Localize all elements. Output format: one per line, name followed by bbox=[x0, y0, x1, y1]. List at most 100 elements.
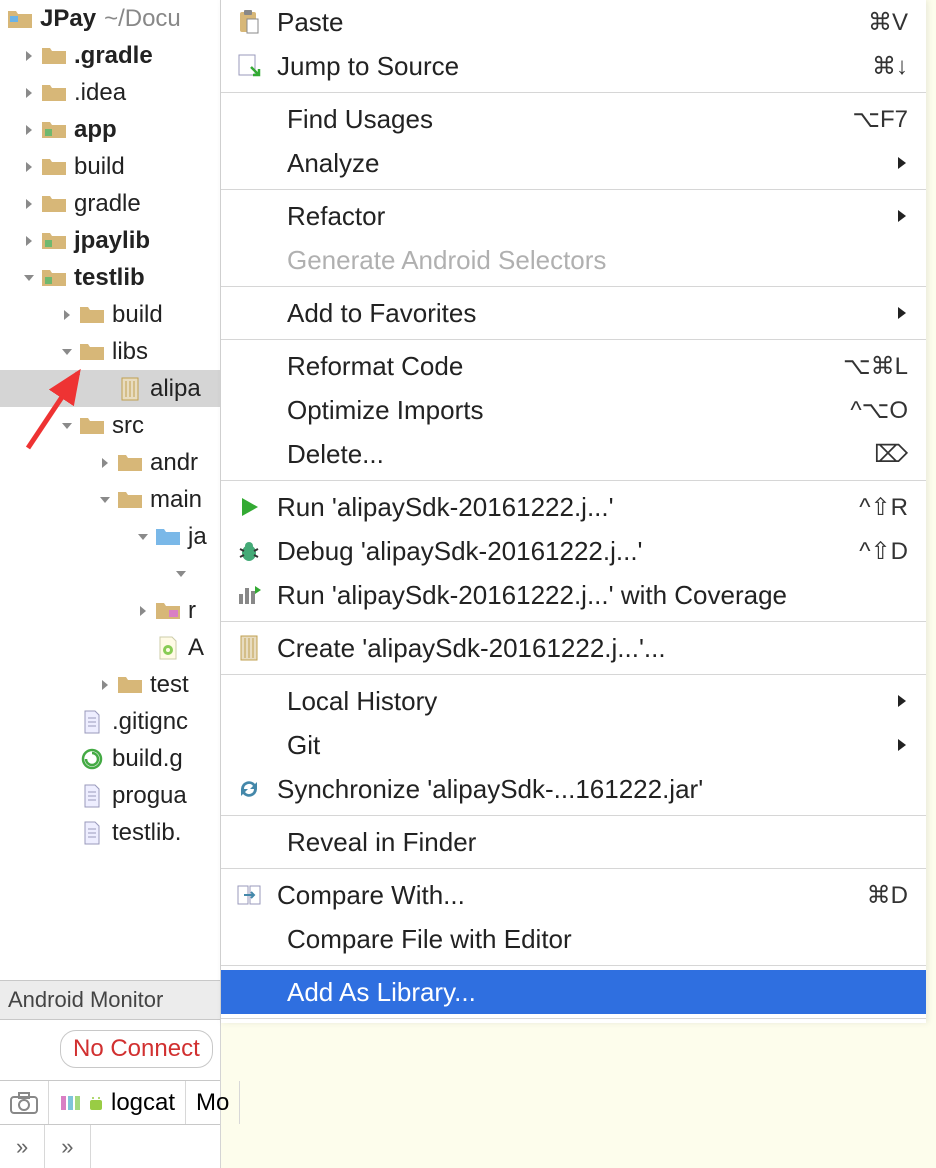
menu-item-add-to-favorites[interactable]: Add to Favorites bbox=[221, 291, 926, 335]
tree-row-build[interactable]: build bbox=[0, 148, 220, 185]
tree-row-testlib.[interactable]: testlib. bbox=[0, 814, 220, 851]
menu-item-create-alipaysdk-20161222-j[interactable]: Create 'alipaySdk-20161222.j...'... bbox=[221, 626, 926, 670]
expand-arrow[interactable] bbox=[56, 785, 78, 807]
android-icon bbox=[87, 1094, 105, 1112]
menu-label: Delete... bbox=[231, 439, 862, 470]
tree-label: test bbox=[150, 671, 189, 699]
paste-icon bbox=[231, 8, 267, 36]
expand-arrow[interactable] bbox=[132, 637, 154, 659]
chevron-2[interactable]: » bbox=[45, 1125, 90, 1168]
expand-arrow[interactable] bbox=[18, 193, 40, 215]
submenu-arrow-icon bbox=[896, 155, 908, 171]
menu-label: Compare With... bbox=[277, 880, 855, 911]
expand-arrow[interactable] bbox=[18, 156, 40, 178]
menu-label: Add As Library... bbox=[231, 977, 908, 1008]
submenu-arrow-icon bbox=[896, 305, 908, 321]
menu-label: Reveal in Finder bbox=[231, 827, 908, 858]
menu-separator bbox=[221, 339, 926, 340]
expand-arrow[interactable] bbox=[18, 119, 40, 141]
expand-arrow[interactable] bbox=[18, 82, 40, 104]
menu-label: Refactor bbox=[231, 201, 884, 232]
menu-label: Git bbox=[231, 730, 884, 761]
tree-row-build.g[interactable]: build.g bbox=[0, 740, 220, 777]
no-connected-devices[interactable]: No Connect bbox=[60, 1030, 213, 1068]
tree-row-ja[interactable]: ja bbox=[0, 518, 220, 555]
tree-label: ja bbox=[188, 523, 207, 551]
expand-arrow[interactable] bbox=[132, 526, 154, 548]
menu-shortcut: ^⌥O bbox=[850, 396, 908, 425]
menu-item-find-usages[interactable]: Find Usages⌥F7 bbox=[221, 97, 926, 141]
tree-row-r[interactable]: r bbox=[0, 592, 220, 629]
tree-label: build bbox=[112, 301, 163, 329]
compare-icon bbox=[231, 881, 267, 909]
tree-row-progua[interactable]: progua bbox=[0, 777, 220, 814]
tree-row-A[interactable]: A bbox=[0, 629, 220, 666]
menu-item-run-alipaysdk-20161222-j[interactable]: Run 'alipaySdk-20161222.j...'^⇧R bbox=[221, 485, 926, 529]
menu-label: Run 'alipaySdk-20161222.j...' bbox=[277, 492, 847, 523]
menu-separator bbox=[221, 815, 926, 816]
submenu-arrow-icon bbox=[896, 737, 908, 753]
expand-arrow[interactable] bbox=[94, 674, 116, 696]
jar-icon bbox=[231, 634, 267, 662]
chevron-1[interactable]: » bbox=[0, 1125, 45, 1168]
android-monitor-tab[interactable]: Android Monitor bbox=[0, 980, 220, 1020]
tree-row-build[interactable]: build bbox=[0, 296, 220, 333]
menu-item-optimize-imports[interactable]: Optimize Imports^⌥O bbox=[221, 388, 926, 432]
expand-arrow[interactable] bbox=[18, 267, 40, 289]
menu-item-git[interactable]: Git bbox=[221, 723, 926, 767]
expand-arrow[interactable] bbox=[18, 230, 40, 252]
logcat-tab[interactable]: logcat bbox=[49, 1081, 186, 1124]
project-path: ~/Docu bbox=[104, 5, 181, 33]
menu-separator bbox=[221, 868, 926, 869]
menu-item-compare-file-with-editor[interactable]: Compare File with Editor bbox=[221, 917, 926, 961]
project-root-row[interactable]: JPay ~/Docu bbox=[0, 0, 220, 37]
expand-arrow[interactable] bbox=[94, 378, 116, 400]
tree-row-item[interactable] bbox=[0, 555, 220, 592]
tree-label: r bbox=[188, 597, 196, 625]
expand-arrow[interactable] bbox=[18, 45, 40, 67]
expand-arrow[interactable] bbox=[56, 822, 78, 844]
menu-item-debug-alipaysdk-20161222-j[interactable]: Debug 'alipaySdk-20161222.j...'^⇧D bbox=[221, 529, 926, 573]
xml-icon bbox=[154, 636, 182, 660]
menu-item-jump-to-source[interactable]: Jump to Source⌘↓ bbox=[221, 44, 926, 88]
menu-item-reformat-code[interactable]: Reformat Code⌥⌘L bbox=[221, 344, 926, 388]
menu-label: Compare File with Editor bbox=[231, 924, 908, 955]
tree-row-jpaylib[interactable]: jpaylib bbox=[0, 222, 220, 259]
tree-row-testlib[interactable]: testlib bbox=[0, 259, 220, 296]
expand-arrow[interactable] bbox=[56, 748, 78, 770]
menu-item-reveal-in-finder[interactable]: Reveal in Finder bbox=[221, 820, 926, 864]
camera-icon-cell[interactable] bbox=[0, 1081, 49, 1124]
menu-item-delete[interactable]: Delete...⌦ bbox=[221, 432, 926, 476]
expand-arrow[interactable] bbox=[132, 600, 154, 622]
tree-label: app bbox=[74, 116, 117, 144]
tree-label: A bbox=[188, 634, 204, 662]
tree-row-app[interactable]: app bbox=[0, 111, 220, 148]
tree-label: .gitignc bbox=[112, 708, 188, 736]
tree-row-.gradle[interactable]: .gradle bbox=[0, 37, 220, 74]
project-icon bbox=[6, 7, 34, 31]
monitors-tab[interactable]: Mo bbox=[186, 1081, 240, 1124]
tree-label: .gradle bbox=[74, 42, 153, 70]
expand-arrow[interactable] bbox=[94, 489, 116, 511]
menu-item-local-history[interactable]: Local History bbox=[221, 679, 926, 723]
menu-separator bbox=[221, 480, 926, 481]
menu-item-synchronize-alipaysdk-161222-jar[interactable]: Synchronize 'alipaySdk-...161222.jar' bbox=[221, 767, 926, 811]
expand-arrow[interactable] bbox=[56, 304, 78, 326]
module-icon bbox=[40, 229, 68, 253]
menu-label: Generate Android Selectors bbox=[231, 245, 908, 276]
tree-row-main[interactable]: main bbox=[0, 481, 220, 518]
tree-row-.gitignc[interactable]: .gitignc bbox=[0, 703, 220, 740]
tree-row-.idea[interactable]: .idea bbox=[0, 74, 220, 111]
menu-item-refactor[interactable]: Refactor bbox=[221, 194, 926, 238]
menu-item-add-as-library[interactable]: Add As Library... bbox=[221, 970, 926, 1014]
menu-item-compare-with[interactable]: Compare With...⌘D bbox=[221, 873, 926, 917]
tree-row-test[interactable]: test bbox=[0, 666, 220, 703]
expand-arrow[interactable] bbox=[56, 711, 78, 733]
menu-item-analyze[interactable]: Analyze bbox=[221, 141, 926, 185]
menu-item-run-alipaysdk-20161222-j-with-coverage[interactable]: Run 'alipaySdk-20161222.j...' with Cover… bbox=[221, 573, 926, 617]
menu-item-paste[interactable]: Paste⌘V bbox=[221, 0, 926, 44]
tree-row-gradle[interactable]: gradle bbox=[0, 185, 220, 222]
expand-arrow[interactable] bbox=[170, 563, 192, 585]
expand-arrow[interactable] bbox=[94, 452, 116, 474]
menu-shortcut: ⌘V bbox=[868, 8, 908, 37]
